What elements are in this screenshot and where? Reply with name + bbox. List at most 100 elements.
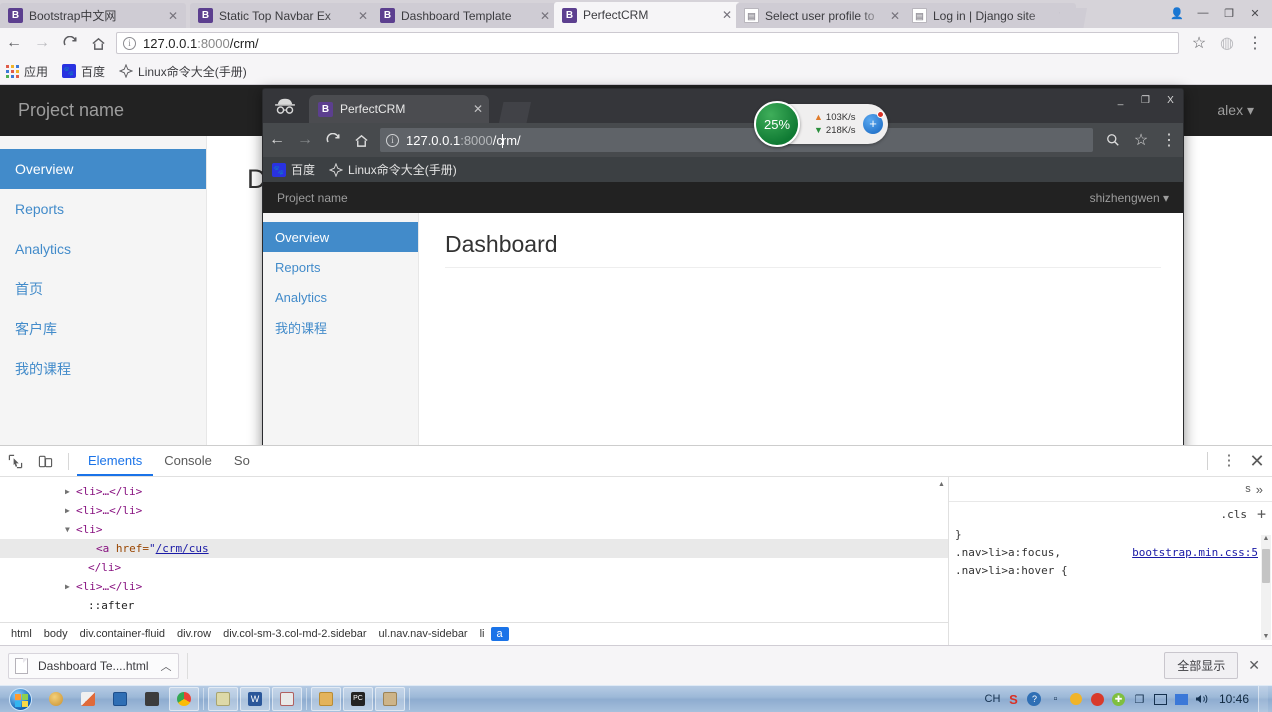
copy-icon[interactable]: ❐ <box>1129 688 1150 710</box>
bookmark-linux-manual[interactable]: Linux命令大全(手册) <box>329 161 457 178</box>
dom-row[interactable]: ▶ <li>…</li> <box>0 501 948 520</box>
devtools-menu-kebab-icon[interactable]: ⋮ <box>1216 446 1242 476</box>
close-button[interactable]: ✕ <box>1242 3 1268 23</box>
breadcrumb-item-row[interactable]: div.row <box>171 627 217 641</box>
zoom-search-icon[interactable] <box>1099 126 1127 154</box>
user-menu[interactable]: shizhengwen ▾ <box>1090 191 1169 205</box>
home-icon[interactable] <box>347 126 375 154</box>
scroll-up-icon[interactable]: ▲ <box>1261 535 1271 542</box>
new-tab-button[interactable] <box>499 102 531 123</box>
bookmark-baidu[interactable]: 🐾 百度 <box>272 161 315 178</box>
dom-row[interactable]: </li> <box>0 558 948 577</box>
display-icon[interactable] <box>1171 688 1192 710</box>
paint-palette-icon[interactable] <box>41 687 71 711</box>
tab-console[interactable]: Console <box>153 446 223 476</box>
new-tab-button[interactable] <box>1057 8 1087 28</box>
sidebar-item-courses-cn[interactable]: 我的课程 <box>0 349 206 389</box>
browser-tab-4-active[interactable]: B PerfectCRM ✕ <box>554 2 740 28</box>
new-style-rule-button[interactable]: + <box>1257 505 1266 523</box>
breadcrumb-item-sidebar[interactable]: div.col-sm-3.col-md-2.sidebar <box>217 627 372 641</box>
sidebar-item-overview[interactable]: Overview <box>0 149 206 189</box>
browser-tab-5[interactable]: ▤ Select user profile to ✕ <box>736 3 908 28</box>
taskbar-clock[interactable]: 10:46 <box>1213 692 1258 706</box>
bookmark-linux-manual[interactable]: Linux命令大全(手册) <box>119 63 247 80</box>
media-player-icon[interactable] <box>137 687 167 711</box>
close-icon[interactable]: ✕ <box>356 9 370 23</box>
breadcrumb-item-a-selected[interactable]: a <box>490 627 509 641</box>
close-icon[interactable]: ✕ <box>166 9 180 23</box>
forward-icon[interactable]: → <box>28 29 56 57</box>
expand-triangle-icon[interactable]: ▶ <box>65 482 76 501</box>
close-icon[interactable]: ✕ <box>720 8 734 22</box>
close-download-bar-icon[interactable]: ✕ <box>1248 657 1260 674</box>
input-method-indicator[interactable]: CH <box>982 688 1003 710</box>
incognito-address-bar[interactable]: i 127.0.0.1:8000/crm/ <box>380 128 1093 152</box>
rule-selector-2[interactable]: .nav>li>a:hover { <box>955 562 1272 580</box>
save-floppy-icon[interactable] <box>105 687 135 711</box>
dom-tree-panel[interactable]: ▶ <li>…</li> ▶ <li>…</li> ▼ <li> <a href… <box>0 477 949 645</box>
rule-source-link[interactable]: bootstrap.min.css:5 <box>1132 544 1258 562</box>
more-tabs-chevron-icon[interactable]: » <box>1251 482 1268 497</box>
scroll-down-icon[interactable]: ▼ <box>1261 633 1271 640</box>
windows-start-orb[interactable] <box>0 687 40 712</box>
reload-icon[interactable] <box>56 29 84 57</box>
maximize-button[interactable]: ❐ <box>1216 3 1242 23</box>
maximize-button[interactable]: ❐ <box>1133 90 1158 111</box>
dom-row-selected[interactable]: <a href= "/crm/cus <box>0 539 948 558</box>
page-brand[interactable]: Project name <box>277 191 348 205</box>
minimize-button[interactable]: _ <box>1108 90 1133 111</box>
breadcrumb-item-nav-sidebar[interactable]: ul.nav.nav-sidebar <box>373 627 474 641</box>
sidebar-item-reports[interactable]: Reports <box>263 252 418 282</box>
menu-kebab-icon[interactable]: ⋮ <box>1241 29 1269 57</box>
user-avatar-icon[interactable]: 👤 <box>1164 3 1190 23</box>
reload-icon[interactable] <box>319 126 347 154</box>
notepad-icon[interactable] <box>208 687 238 711</box>
volume-icon[interactable] <box>1192 688 1213 710</box>
pycharm-icon[interactable]: PC <box>343 687 373 711</box>
browser-tab-6[interactable]: ▤ Log in | Django site ✕ <box>904 3 1076 28</box>
sidebar-item-reports[interactable]: Reports <box>0 189 206 229</box>
chevron-up-icon[interactable]: ︿ <box>161 658 172 674</box>
browser-tab-3[interactable]: B Dashboard Template ✕ <box>372 3 558 28</box>
chart-icon[interactable] <box>272 687 302 711</box>
bookmark-star-icon[interactable]: ☆ <box>1127 126 1155 154</box>
dom-tree-scrollbar[interactable]: ▲ ▼ <box>937 481 946 641</box>
breadcrumb-item-container-fluid[interactable]: div.container-fluid <box>74 627 171 641</box>
inspect-cursor-icon[interactable] <box>0 446 30 476</box>
styles-scrollbar[interactable]: ▲ ▼ <box>1261 535 1271 640</box>
dom-row[interactable]: ▶ <li>…</li> <box>0 577 948 596</box>
show-all-downloads-button[interactable]: 全部显示 <box>1164 652 1239 679</box>
bg-user-menu[interactable]: alex ▾ <box>1217 102 1254 119</box>
sidebar-item-courses-cn[interactable]: 我的课程 <box>263 312 418 342</box>
bookmark-baidu[interactable]: 🐾 百度 <box>62 63 105 80</box>
bookmark-apps[interactable]: 应用 <box>6 63 48 80</box>
cls-button[interactable]: .cls <box>1220 508 1247 521</box>
expand-triangle-icon[interactable]: ▶ <box>65 501 76 520</box>
sidebar-item-analytics[interactable]: Analytics <box>263 282 418 312</box>
browser-tab-1[interactable]: B Bootstrap中文网 ✕ <box>0 3 186 28</box>
paint-brush-icon[interactable] <box>73 687 103 711</box>
page-info-icon[interactable]: i <box>123 36 136 50</box>
breadcrumb-item-body[interactable]: body <box>38 627 74 641</box>
tab-elements[interactable]: Elements <box>77 446 153 476</box>
page-info-icon[interactable]: i <box>386 133 399 147</box>
profile-icon[interactable]: ◍ <box>1213 29 1241 57</box>
anchor-href-value[interactable]: /crm/cus <box>156 539 209 558</box>
help-icon[interactable]: ? <box>1024 688 1045 710</box>
device-toolbar-icon[interactable] <box>30 446 60 476</box>
sidebar-item-overview[interactable]: Overview <box>263 222 418 252</box>
dom-row-pseudo[interactable]: ::after <box>0 596 948 615</box>
collapse-triangle-icon[interactable]: ▼ <box>65 520 76 539</box>
expand-triangle-icon[interactable]: ▶ <box>65 577 76 596</box>
scrollbar-thumb[interactable] <box>1262 549 1270 583</box>
breadcrumb-item-li[interactable]: li <box>474 627 491 641</box>
menu-kebab-icon[interactable]: ⋮ <box>1155 126 1183 154</box>
sidebar-item-customers-cn[interactable]: 客户库 <box>0 309 206 349</box>
network-icon[interactable] <box>1150 688 1171 710</box>
sogou-icon[interactable]: S <box>1003 688 1024 710</box>
sidebar-item-home-cn[interactable]: 首页 <box>0 269 206 309</box>
close-icon[interactable]: ✕ <box>473 102 483 116</box>
dom-row[interactable]: ▶ <li>…</li> <box>0 482 948 501</box>
bookmark-star-icon[interactable]: ☆ <box>1185 29 1213 57</box>
address-bar[interactable]: i 127.0.0.1:8000/crm/ <box>116 32 1179 54</box>
